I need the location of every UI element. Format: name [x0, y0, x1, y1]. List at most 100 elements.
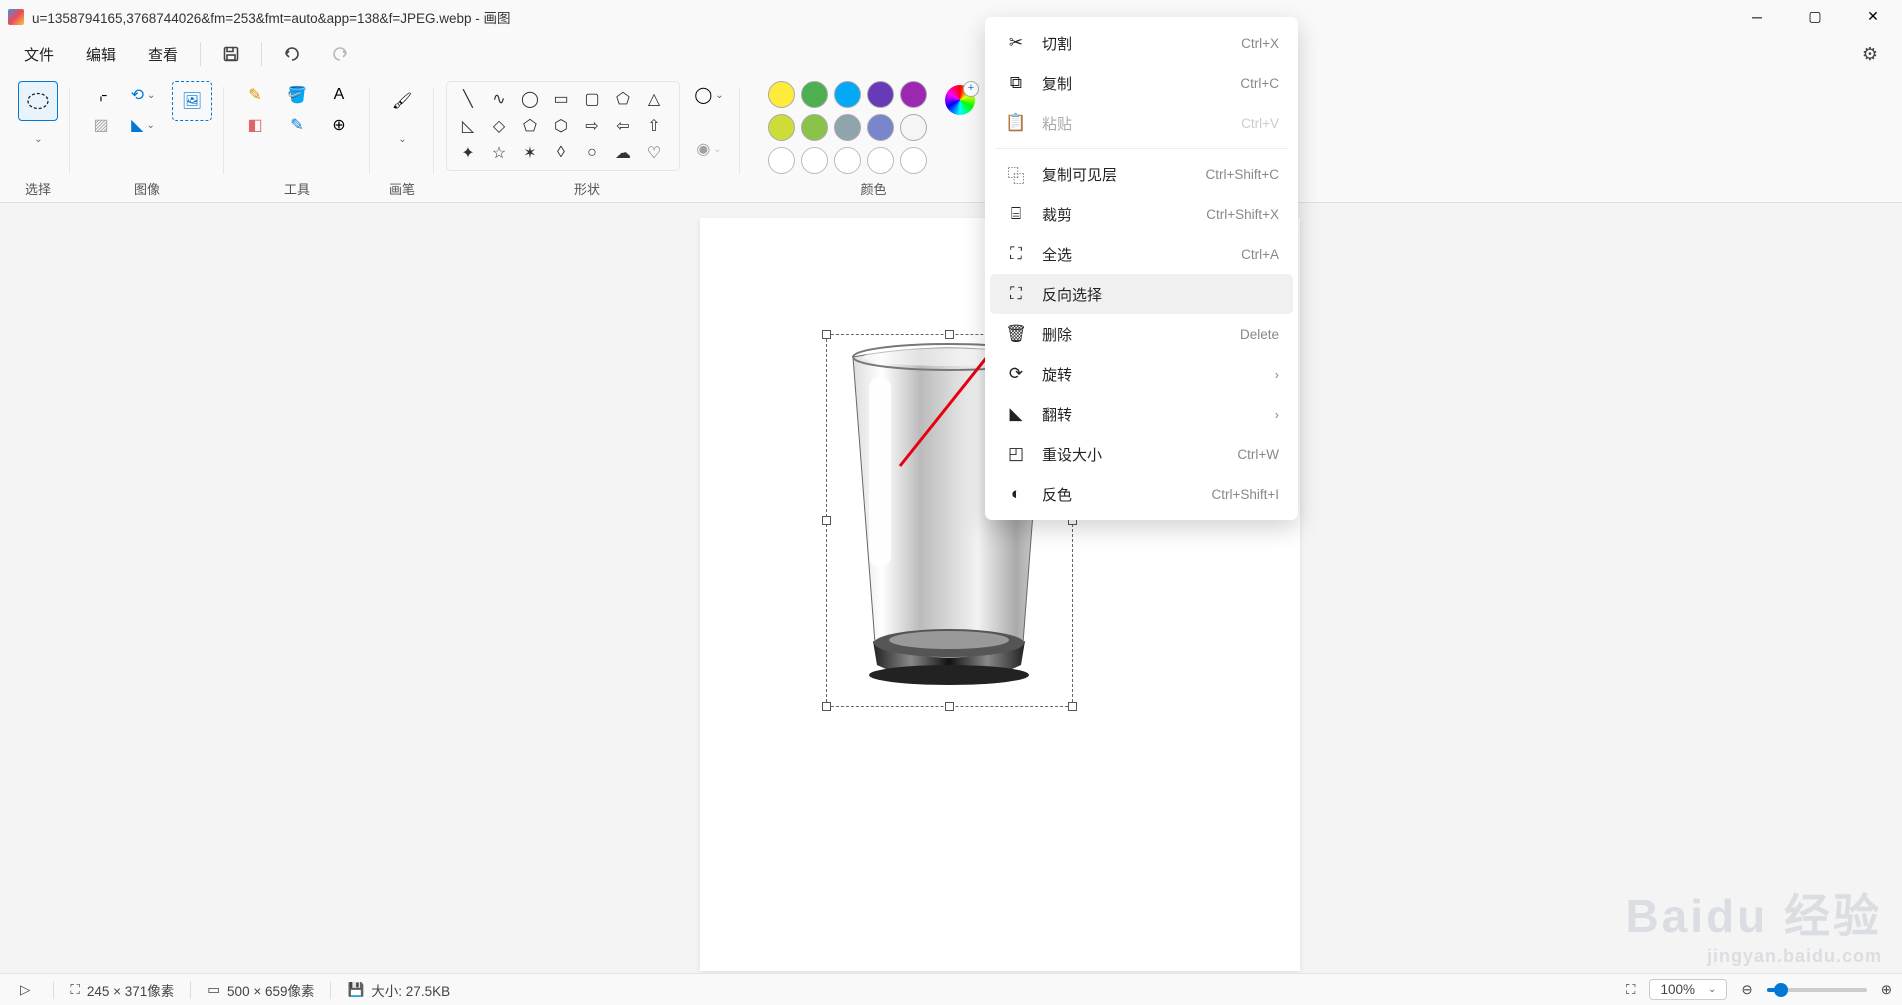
- shape-uarrow-icon[interactable]: ⇧: [643, 115, 665, 137]
- shape-hexagon-icon[interactable]: ⬡: [550, 115, 572, 137]
- menu-file[interactable]: 文件: [8, 38, 70, 71]
- color-swatch[interactable]: [801, 81, 828, 108]
- rotate-tool[interactable]: ⟲ ⌄: [124, 81, 162, 109]
- ribbon-group-colors: 颜色: [740, 75, 991, 202]
- selection-handle-tl[interactable]: [822, 330, 831, 339]
- color-swatch[interactable]: [768, 81, 795, 108]
- shape-triangle-icon[interactable]: △: [643, 88, 665, 110]
- ctx-item-flip[interactable]: ◣翻转›: [990, 394, 1293, 434]
- shape-star5-icon[interactable]: ☆: [488, 142, 510, 164]
- selection-handle-bl[interactable]: [822, 702, 831, 711]
- zoom-in-button[interactable]: ⊕: [1881, 982, 1892, 998]
- shape-rect-icon[interactable]: ▭: [550, 88, 572, 110]
- undo-button[interactable]: [276, 38, 308, 70]
- shape-cloud-icon[interactable]: ☁: [612, 142, 634, 164]
- fill-tool[interactable]: 🪣: [278, 81, 316, 109]
- color-swatch[interactable]: [900, 114, 927, 141]
- shape-roundrect-icon[interactable]: ▢: [581, 88, 603, 110]
- selection-handle-tm[interactable]: [945, 330, 954, 339]
- shape-pentagon-icon[interactable]: ⬠: [519, 115, 541, 137]
- flip-tool[interactable]: ◣ ⌄: [124, 111, 162, 139]
- selection-handle-bm[interactable]: [945, 702, 954, 711]
- selection-handle-ml[interactable]: [822, 516, 831, 525]
- selection-dropdown[interactable]: ⌄: [18, 125, 56, 153]
- color-swatch-empty[interactable]: [834, 147, 861, 174]
- ctx-item-copy-visible[interactable]: ⿻复制可见层Ctrl+Shift+C: [990, 154, 1293, 194]
- shape-oval-icon[interactable]: ◯: [519, 88, 541, 110]
- color-swatch[interactable]: [834, 81, 861, 108]
- selection-tool[interactable]: [18, 81, 58, 121]
- shape-larrow-icon[interactable]: ⇦: [612, 115, 634, 137]
- color-swatch[interactable]: [768, 114, 795, 141]
- shape-line-icon[interactable]: ╲: [457, 88, 479, 110]
- shape-rtri-icon[interactable]: ◺: [457, 115, 479, 137]
- maximize-button[interactable]: ▢: [1786, 0, 1844, 33]
- shape-curve-icon[interactable]: ∿: [488, 88, 510, 110]
- color-swatch-empty[interactable]: [768, 147, 795, 174]
- color-swatch-empty[interactable]: [900, 147, 927, 174]
- color-swatch[interactable]: [867, 114, 894, 141]
- ctx-label: 裁剪: [1042, 204, 1206, 225]
- menu-view[interactable]: 查看: [132, 38, 194, 71]
- image-insert[interactable]: 🖼: [172, 81, 212, 121]
- ctx-item-invert-color[interactable]: ◐反色Ctrl+Shift+I: [990, 474, 1293, 514]
- ctx-item-rotate[interactable]: ⟳旋转›: [990, 354, 1293, 394]
- status-selection: ⛶ 245 × 371像素: [60, 980, 184, 1000]
- color-swatch-empty[interactable]: [867, 147, 894, 174]
- color-swatch[interactable]: [834, 114, 861, 141]
- ctx-item-paste: 📋粘贴Ctrl+V: [990, 103, 1293, 143]
- ctx-item-crop[interactable]: ⌸裁剪Ctrl+Shift+X: [990, 194, 1293, 234]
- ctx-item-invert-sel[interactable]: ⛶反向选择: [990, 274, 1293, 314]
- ctx-item-cut[interactable]: ✂切割Ctrl+X: [990, 23, 1293, 63]
- invert-sel-icon: ⛶: [1004, 284, 1028, 304]
- group-label-image: 图像: [134, 179, 160, 198]
- text-tool[interactable]: A: [320, 81, 358, 109]
- zoom-select[interactable]: 100%⌄: [1649, 979, 1727, 1000]
- pencil-tool[interactable]: ✎: [236, 81, 274, 109]
- ctx-shortcut: Ctrl+Shift+C: [1205, 167, 1279, 182]
- redo-button[interactable]: [324, 38, 356, 70]
- close-button[interactable]: ✕: [1844, 0, 1902, 33]
- color-swatch[interactable]: [867, 81, 894, 108]
- zoom-slider[interactable]: [1767, 988, 1867, 992]
- shape-rarrow-icon[interactable]: ⇨: [581, 115, 603, 137]
- ctx-item-resize[interactable]: ◰重设大小Ctrl+W: [990, 434, 1293, 474]
- ctx-item-delete[interactable]: 🗑删除Delete: [990, 314, 1293, 354]
- fit-screen-button[interactable]: ⛶: [1626, 982, 1635, 998]
- crop-tool[interactable]: ⌌: [82, 81, 120, 109]
- status-filesize: 💾 大小: 27.5KB: [337, 980, 460, 1000]
- transparency-tool[interactable]: ▨: [82, 111, 120, 139]
- shape-star6-icon[interactable]: ✶: [519, 142, 541, 164]
- color-swatch[interactable]: [801, 114, 828, 141]
- canvas-area[interactable]: [0, 203, 1902, 973]
- invert-color-icon: ◐: [1004, 484, 1028, 504]
- shape-diamond-icon[interactable]: ◇: [488, 115, 510, 137]
- color-swatch-empty[interactable]: [801, 147, 828, 174]
- picker-tool[interactable]: ✎: [278, 111, 316, 139]
- minimize-button[interactable]: ─: [1728, 0, 1786, 33]
- brush-tool[interactable]: 🖌: [382, 81, 422, 121]
- brush-dropdown[interactable]: ⌄: [382, 125, 420, 153]
- shapes-panel[interactable]: ╲ ∿ ◯ ▭ ▢ ⬠ △ ◺ ◇ ⬠ ⬡ ⇨ ⇦ ⇧ ✦ ☆ ✶: [446, 81, 680, 171]
- ctx-item-copy[interactable]: ⧉复制Ctrl+C: [990, 63, 1293, 103]
- shape-outline[interactable]: ◯ ⌄: [690, 81, 728, 109]
- eraser-tool[interactable]: ◧: [236, 111, 274, 139]
- save-button[interactable]: [215, 38, 247, 70]
- shape-callout-o-icon[interactable]: ○: [581, 142, 603, 164]
- color-picker-button[interactable]: [945, 85, 975, 115]
- shape-poly-icon[interactable]: ⬠: [612, 88, 634, 110]
- shape-callout-r-icon[interactable]: ◊: [550, 142, 572, 164]
- shape-star4-icon[interactable]: ✦: [457, 142, 479, 164]
- menu-edit[interactable]: 编辑: [70, 38, 132, 71]
- zoom-tool[interactable]: ⊕: [320, 111, 358, 139]
- shape-heart-icon[interactable]: ♡: [643, 142, 665, 164]
- ctx-shortcut: Ctrl+A: [1241, 247, 1279, 262]
- ctx-item-select-all[interactable]: ⛶全选Ctrl+A: [990, 234, 1293, 274]
- selection-handle-br[interactable]: [1068, 702, 1077, 711]
- settings-button[interactable]: ⚙: [1854, 38, 1886, 70]
- zoom-out-button[interactable]: ⊖: [1741, 982, 1752, 998]
- color-swatch[interactable]: [900, 81, 927, 108]
- crop-icon: ⌸: [1004, 204, 1028, 224]
- shape-fill[interactable]: ◉ ⌄: [690, 135, 728, 163]
- chevron-right-icon: ›: [1275, 367, 1279, 382]
